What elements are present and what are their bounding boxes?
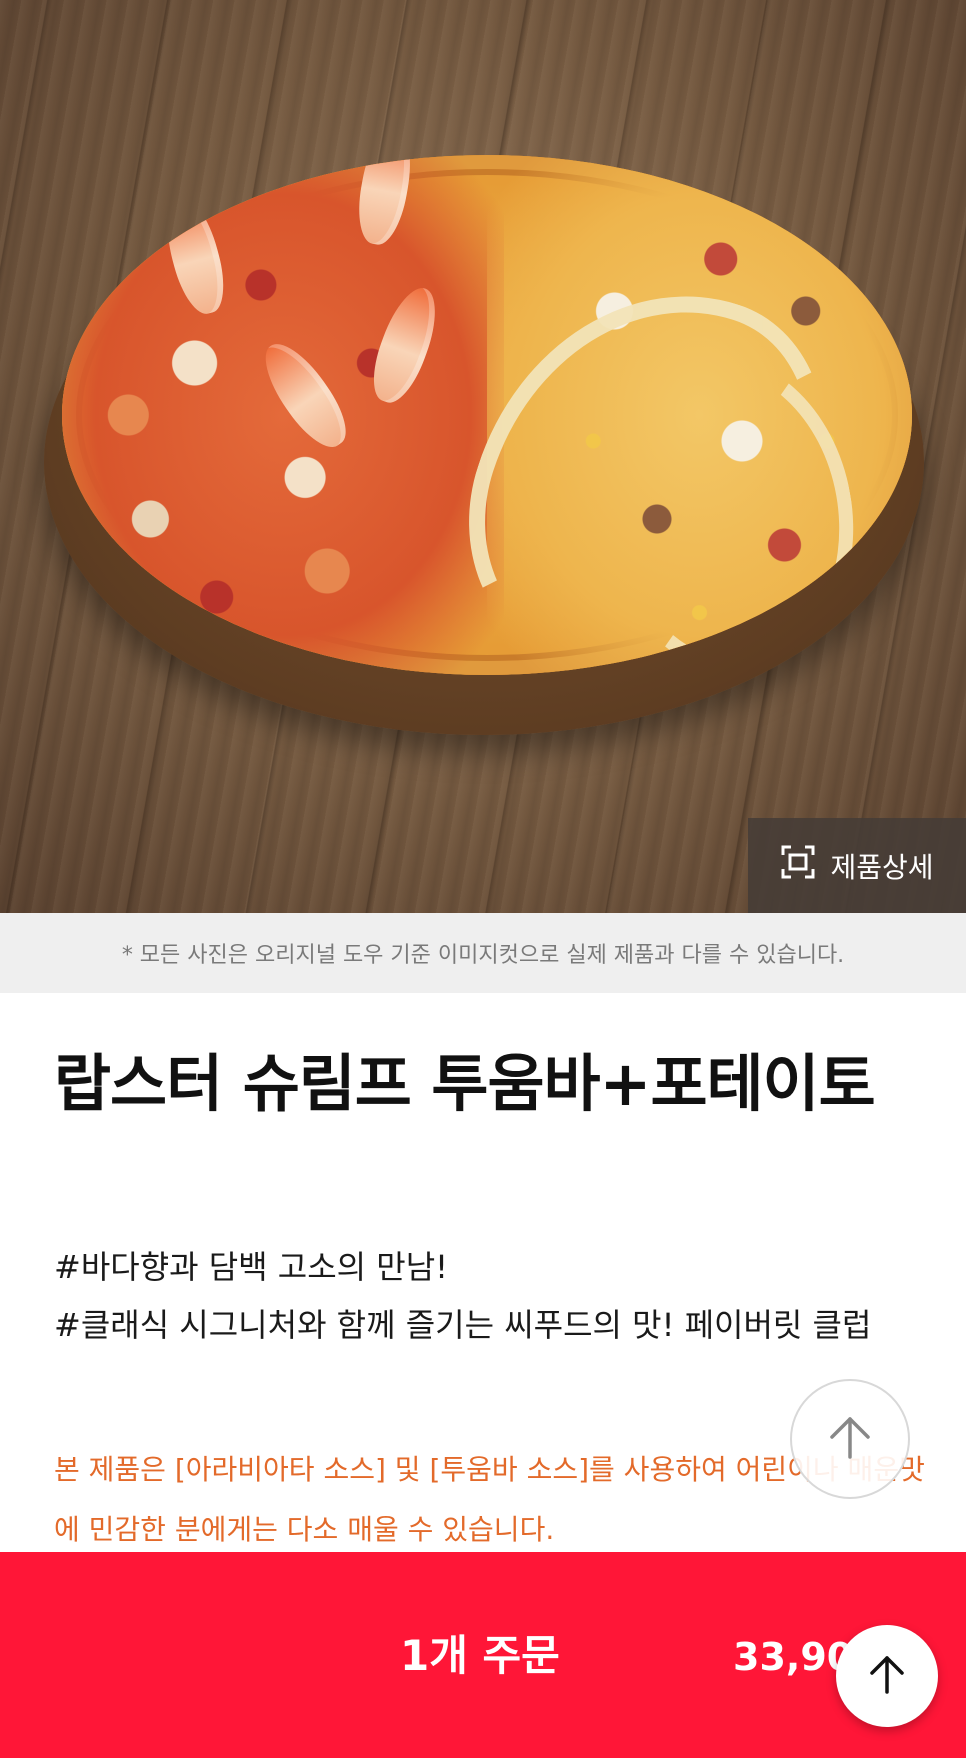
- arrow-up-icon: [865, 1652, 909, 1700]
- pizza-seafood-half: [62, 155, 504, 675]
- product-tags: #바다향과 담백 고소의 만남! #클래식 시그니처와 함께 즐기는 씨푸드의 …: [54, 1238, 934, 1354]
- product-detail-label: 제품상세: [830, 850, 934, 884]
- product-detail-page: 제품상세 * 모든 사진은 오리지널 도우 기준 이미지컷으로 실제 제품과 다…: [0, 0, 966, 1758]
- product-tag: #바다향과 담백 고소의 만남!: [54, 1248, 448, 1286]
- product-image: 제품상세: [0, 0, 966, 913]
- product-title: 랍스터 슈림프 투움바+포테이토: [54, 1047, 876, 1120]
- pizza-photo: [62, 155, 912, 675]
- scroll-top-button[interactable]: [790, 1379, 910, 1499]
- order-button[interactable]: 1개 주문 33,900원: [0, 1552, 966, 1758]
- expand-frame-icon: [780, 844, 816, 887]
- order-quantity-label: 1개 주문: [400, 1631, 560, 1680]
- product-detail-button[interactable]: 제품상세: [748, 818, 966, 913]
- arrow-up-icon: [824, 1411, 876, 1467]
- product-tag: #클래식 시그니처와 함께 즐기는 씨푸드의 맛! 페이버릿 클럽: [54, 1306, 872, 1344]
- scroll-top-button-floating[interactable]: [836, 1625, 938, 1727]
- image-disclaimer: * 모든 사진은 오리지널 도우 기준 이미지컷으로 실제 제품과 다를 수 있…: [0, 913, 966, 993]
